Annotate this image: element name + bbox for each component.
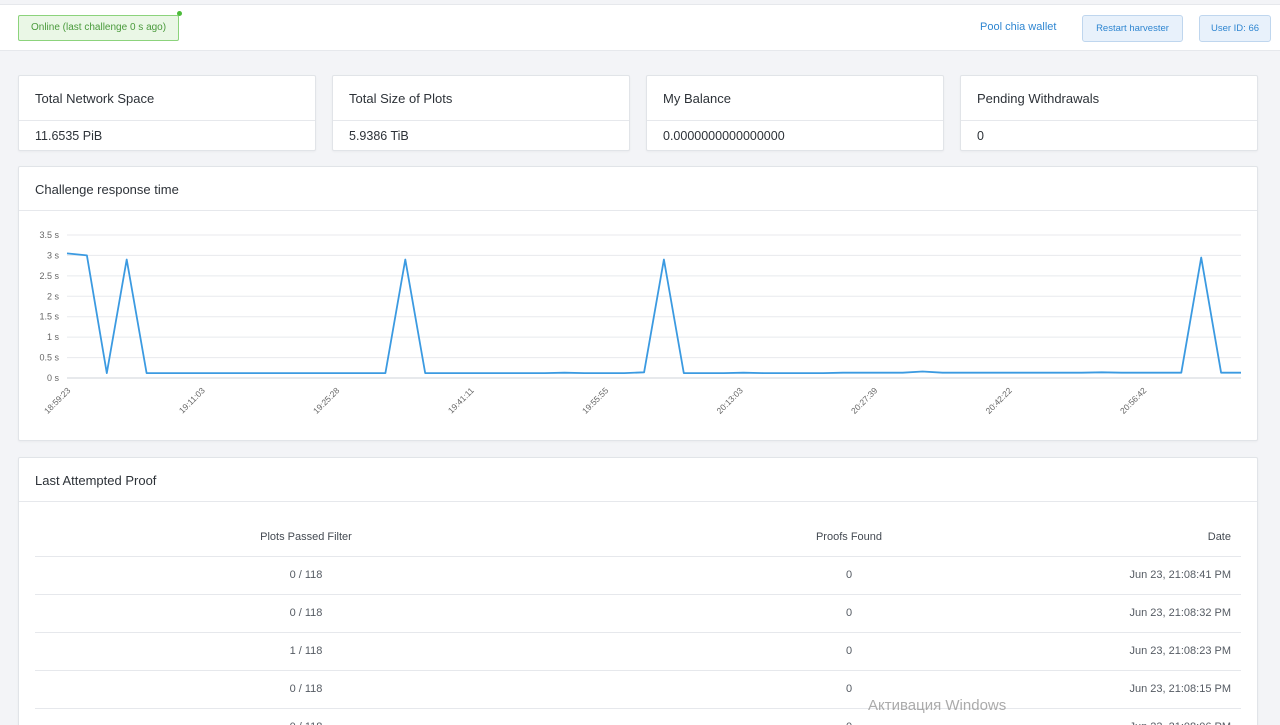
windows-activation-watermark: Активация Windows: [868, 697, 1007, 714]
proof-title: Last Attempted Proof: [19, 458, 1257, 502]
last-attempted-proof-card: Last Attempted Proof Plots Passed Filter…: [18, 457, 1258, 725]
proof-table: Plots Passed Filter Proofs Found Date 0 …: [35, 518, 1241, 725]
restart-harvester-button[interactable]: Restart harvester: [1082, 15, 1183, 42]
stat-value: 11.6535 PiB: [35, 129, 103, 143]
plots-passed-cell: 1 / 118: [35, 632, 577, 671]
plots-passed-cell: 0 / 118: [35, 708, 577, 725]
x-tick-label: 19:41:11: [446, 385, 476, 415]
table-row: 0 / 118 0 Jun 23, 21:08:32 PM: [35, 594, 1241, 633]
proofs-found-cell: 0: [577, 632, 1121, 671]
stat-card-pending-withdrawals: Pending Withdrawals 0: [960, 75, 1258, 151]
response-time-line: [66, 252, 1241, 375]
x-tick-label: 19:55:55: [580, 385, 611, 416]
pool-wallet-link[interactable]: Pool chia wallet: [980, 21, 1056, 33]
status-dot-icon: [177, 11, 183, 16]
y-tick-label: 1 s: [47, 332, 60, 342]
table-row: 0 / 118 0 Jun 23, 21:08:06 PM: [35, 708, 1241, 725]
date-cell: Jun 23, 21:08:41 PM: [1121, 556, 1241, 595]
status-text: Online (last challenge 0 s ago): [31, 22, 167, 33]
stat-label: My Balance: [647, 76, 943, 121]
y-tick-label: 0 s: [47, 373, 60, 383]
stat-value: 0.0000000000000000: [663, 129, 785, 143]
online-status-badge: Online (last challenge 0 s ago): [18, 11, 183, 41]
column-header[interactable]: Proofs Found: [577, 518, 1121, 557]
stat-card-network-space: Total Network Space 11.6535 PiB: [18, 75, 316, 151]
x-tick-label: 18:59:23: [42, 385, 73, 416]
proofs-found-cell: 0: [577, 708, 1121, 725]
proofs-found-cell: 0: [577, 556, 1121, 595]
stat-card-plots-size: Total Size of Plots 5.9386 TiB: [332, 75, 630, 151]
chart-title: Challenge response time: [19, 167, 1257, 211]
stat-label: Pending Withdrawals: [961, 76, 1257, 121]
stat-value: 5.9386 TiB: [349, 129, 409, 143]
x-tick-label: 20:42:22: [983, 385, 1014, 416]
table-row: 0 / 118 0 Jun 23, 21:08:41 PM: [35, 556, 1241, 595]
stat-card-balance: My Balance 0.0000000000000000: [646, 75, 944, 151]
stat-value: 0: [977, 129, 984, 143]
x-tick-label: 19:11:03: [177, 385, 207, 415]
x-tick-label: 20:27:39: [849, 385, 880, 416]
stat-label: Total Network Space: [19, 76, 315, 121]
top-bar: Online (last challenge 0 s ago) Pool chi…: [0, 4, 1280, 51]
y-tick-label: 0.5 s: [39, 353, 59, 363]
y-tick-label: 3 s: [47, 250, 60, 260]
challenge-response-card: Challenge response time 0 s 0.5 s 1 s 1.5 s…: [18, 166, 1258, 441]
proofs-found-cell: 0: [577, 670, 1121, 709]
plots-passed-cell: 0 / 118: [35, 670, 577, 709]
plots-passed-cell: 0 / 118: [35, 556, 577, 595]
date-cell: Jun 23, 21:08:32 PM: [1121, 594, 1241, 633]
y-tick-label: 2.5 s: [39, 271, 59, 281]
stat-label: Total Size of Plots: [333, 76, 629, 121]
table-row: 1 / 118 0 Jun 23, 21:08:23 PM: [35, 632, 1241, 671]
date-cell: Jun 23, 21:08:23 PM: [1121, 632, 1241, 671]
table-header-row: Plots Passed Filter Proofs Found Date: [35, 518, 1241, 557]
table-row: 0 / 118 0 Jun 23, 21:08:15 PM: [35, 670, 1241, 709]
y-tick-label: 2 s: [47, 291, 60, 301]
date-cell: Jun 23, 21:08:06 PM: [1121, 708, 1241, 725]
x-tick-label: 19:25:28: [311, 385, 342, 416]
plots-passed-cell: 0 / 118: [35, 594, 577, 633]
proofs-found-cell: 0: [577, 594, 1121, 633]
y-tick-label: 1.5 s: [39, 312, 59, 322]
user-id-button[interactable]: User ID: 66: [1199, 15, 1271, 42]
x-tick-label: 20:56:42: [1118, 385, 1149, 416]
response-time-chart: 0 s 0.5 s 1 s 1.5 s 2 s 2.5 s 3 s 3.5 s 18:59:23…: [39, 230, 1241, 416]
y-tick-label: 3.5 s: [39, 230, 59, 240]
column-header[interactable]: Plots Passed Filter: [35, 518, 577, 557]
column-header[interactable]: Date: [1121, 518, 1241, 557]
date-cell: Jun 23, 21:08:15 PM: [1121, 670, 1241, 709]
x-tick-label: 20:13:03: [714, 385, 745, 416]
